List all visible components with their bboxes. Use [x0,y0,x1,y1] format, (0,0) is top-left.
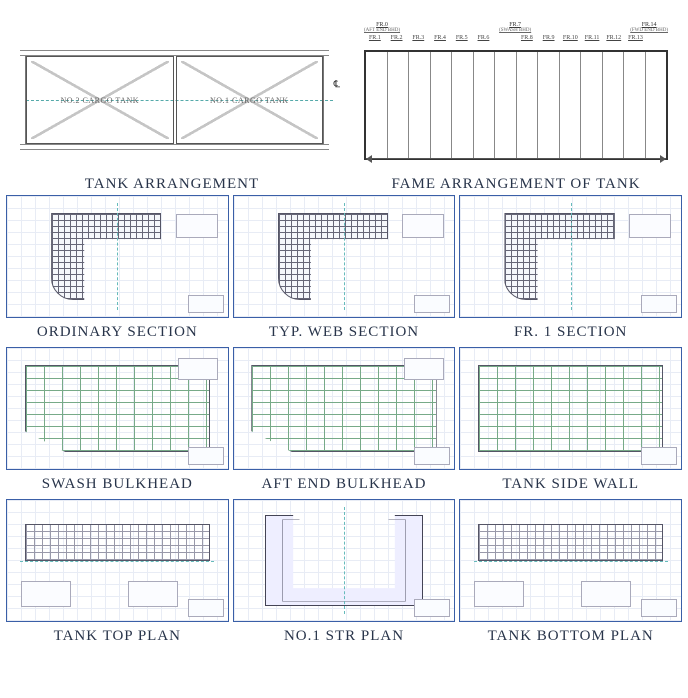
grid-cell: TANK TOP PLAN [6,499,229,647]
frame-column [451,52,473,158]
caption-frame-arrangement: FAME ARRANGEMENT OF TANK [344,170,688,195]
frame-end-mid-sub: (SWASH BHD) [499,28,531,33]
grid-cell: TANK BOTTOM PLAN [459,499,682,647]
frame-label: FR.12 [603,35,625,41]
frame-label: FR.6 [473,35,495,41]
frame-end-fwd: FR.14 (FWD END BHD) [630,22,668,33]
thumbnail [233,347,456,470]
detail-box [178,358,218,380]
frame-column [494,52,516,158]
frame-label: FR.2 [386,35,408,41]
thumbnail-caption: TANK BOTTOM PLAN [459,622,682,647]
thumbnail [459,347,682,470]
tank-2-label: NO.2 CARGO TANK [61,96,140,105]
tank-2: NO.2 CARGO TANK [26,56,174,144]
thumbnail [6,499,229,622]
overall-dimension-line [366,158,666,166]
grid-cell: TYP. WEB SECTION [233,195,456,343]
top-row: NO.2 CARGO TANK NO.1 CARGO TANK ℄ FR.0 (… [0,0,688,170]
frame-column [516,52,538,158]
wall-panel [478,365,663,452]
frame-label: FR.4 [429,35,451,41]
thumbnail-caption: TANK TOP PLAN [6,622,229,647]
center-axis-v [117,203,118,310]
detail-box [404,358,444,380]
thumbnail-caption: AFT END BULKHEAD [233,470,456,495]
frame-box [364,50,668,160]
center-axis-v [344,507,345,614]
frame-end-labels: FR.0 (AFT END BHD) FR.7 (SWASH BHD) FR.1… [364,22,668,33]
thumbnail [233,195,456,318]
frame-labels-row: FR.1FR.2FR.3FR.4FR.5FR.6FR.8FR.9FR.10FR.… [364,35,668,41]
centerline-symbol: ℄ [334,80,340,91]
frame-label [494,35,516,41]
frame-end-fwd-sub: (FWD END BHD) [630,28,668,33]
frame-column [473,52,495,158]
thumbnail-caption: ORDINARY SECTION [6,318,229,343]
frame-label: FR.10 [559,35,581,41]
plan-strip [478,524,663,560]
thumbnail-caption: FR. 1 SECTION [459,318,682,343]
drawing-sheet: NO.2 CARGO TANK NO.1 CARGO TANK ℄ FR.0 (… [0,0,688,698]
detail-box [474,581,524,607]
detail-box [581,581,631,607]
grid-cell: NO.1 STR PLAN [233,499,456,647]
frame-label: FR.11 [581,35,603,41]
detail-box [21,581,71,607]
center-axis-v [571,203,572,310]
center-axis-h [20,561,214,562]
grid-cell: TANK SIDE WALL [459,347,682,495]
thumbnail-caption: TANK SIDE WALL [459,470,682,495]
detail-box [176,214,218,238]
thumbnail [459,499,682,622]
frame-column [602,52,624,158]
frame-label: FR.5 [451,35,473,41]
frame-column [559,52,581,158]
grid-cell: SWASH BULKHEAD [6,347,229,495]
frame-end-aft-sub: (AFT END BHD) [364,28,400,33]
frame-label: FR.3 [407,35,429,41]
caption-tank-arrangement: TANK ARRANGEMENT [0,170,344,195]
detail-box [402,214,444,238]
frame-label: FR.8 [516,35,538,41]
top-captions: TANK ARRANGEMENT FAME ARRANGEMENT OF TAN… [0,170,688,195]
tanks-outline: NO.2 CARGO TANK NO.1 CARGO TANK [25,55,324,145]
grid-cell: AFT END BULKHEAD [233,347,456,495]
thumbnail [6,347,229,470]
thumbnail [459,195,682,318]
frame-arrangement-drawing: FR.0 (AFT END BHD) FR.7 (SWASH BHD) FR.1… [344,0,688,170]
thumbnail-caption: SWASH BULKHEAD [6,470,229,495]
frame-column [537,52,559,158]
thumbnail-caption: TYP. WEB SECTION [233,318,456,343]
grid-cell: ORDINARY SECTION [6,195,229,343]
frame-end-aft: FR.0 (AFT END BHD) [364,22,400,33]
frame-column [430,52,452,158]
frame-column [387,52,409,158]
bottom-flange [20,144,329,150]
frame-end-mid: FR.7 (SWASH BHD) [499,22,531,33]
tank-1-label: NO.1 CARGO TANK [210,96,289,105]
tank-1: NO.1 CARGO TANK [176,56,324,144]
frame-column [408,52,430,158]
detail-box [128,581,178,607]
frame-label: FR.1 [364,35,386,41]
frame-label [646,35,668,41]
center-axis-h [474,561,668,562]
frame-column [623,52,645,158]
thumbnail-caption: NO.1 STR PLAN [233,622,456,647]
frame-column [645,52,667,158]
plan-strip [25,524,210,560]
tank-arrangement-drawing: NO.2 CARGO TANK NO.1 CARGO TANK ℄ [0,0,344,170]
detail-box [629,214,671,238]
frame-label: FR.13 [625,35,647,41]
grid-cell: FR. 1 SECTION [459,195,682,343]
thumbnail [233,499,456,622]
frame-column [580,52,602,158]
frame-label: FR.9 [538,35,560,41]
frame-columns [366,52,666,158]
center-axis-v [344,203,345,310]
frame-column [366,52,387,158]
thumbnail [6,195,229,318]
thumbnail-grid: ORDINARY SECTIONTYP. WEB SECTIONFR. 1 SE… [0,195,688,647]
